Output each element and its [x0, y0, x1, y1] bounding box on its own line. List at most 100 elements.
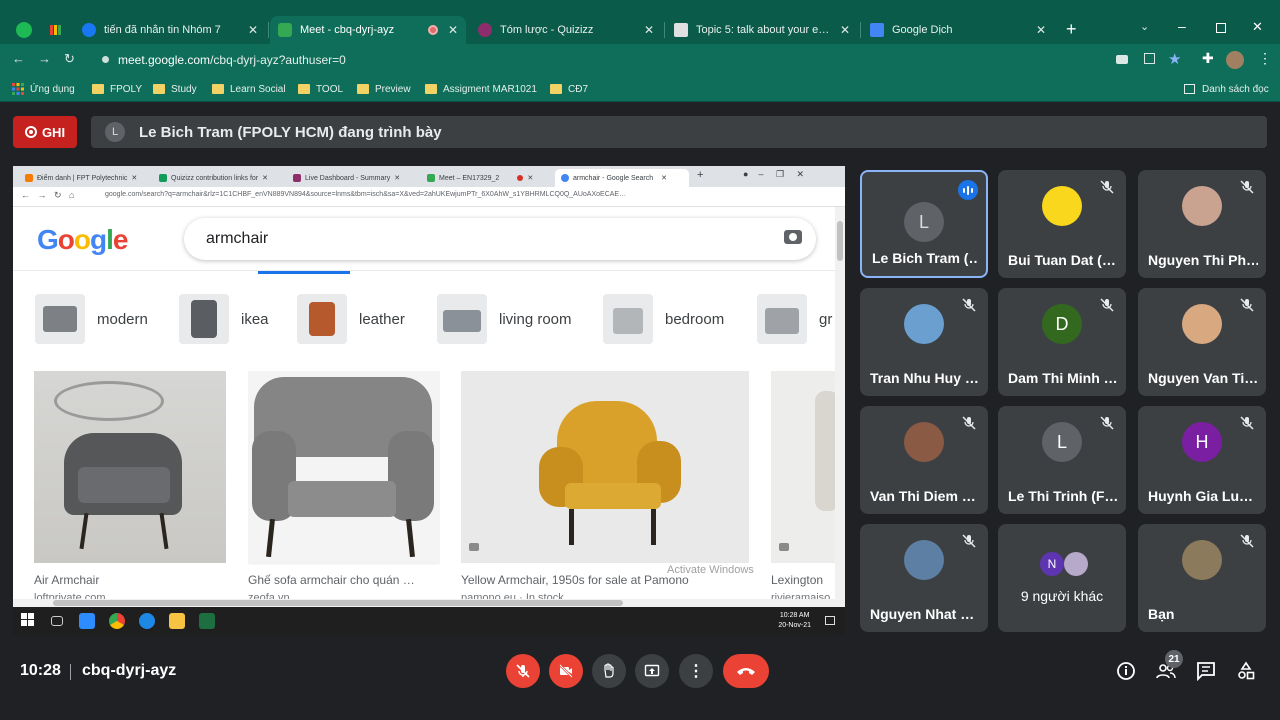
chip-thumbnail	[297, 294, 347, 344]
new-tab-button[interactable]: +	[1066, 19, 1077, 40]
forward-icon[interactable]: →	[38, 51, 51, 66]
windows-start-icon	[21, 613, 37, 629]
browser-tab-strip: tiến đã nhắn tin Nhóm 7 ✕ Meet - cbq-dyr…	[0, 0, 1280, 44]
muted-mic-icon	[1240, 416, 1256, 432]
browser-tab[interactable]: Tóm lược - Quizizz ✕	[470, 16, 662, 44]
chip-thumbnail	[437, 294, 487, 344]
participant-tile[interactable]: Nguyen Van Ti…	[1138, 288, 1266, 396]
task-view-icon	[51, 616, 63, 626]
close-window-button[interactable]: ✕	[1252, 19, 1263, 35]
info-icon	[1117, 662, 1135, 680]
bookmark-folder[interactable]: TOOL	[298, 81, 343, 97]
related-chip: ikea	[179, 294, 269, 344]
participant-name: Nguyen Nhat …	[870, 606, 975, 622]
folder-icon	[357, 84, 369, 94]
spotify-icon[interactable]	[16, 22, 32, 38]
meet-icon	[278, 23, 292, 37]
folder-icon	[550, 84, 562, 94]
meeting-details-button[interactable]	[1116, 661, 1136, 681]
participant-tile[interactable]: L Le Thi Trinh (F…	[998, 406, 1126, 514]
reload-icon[interactable]: ↻	[64, 51, 75, 67]
presenter-text: Le Bich Tram (FPOLY HCM) đang trình bày	[139, 123, 442, 141]
browser-menu-icon[interactable]: ⋮	[1258, 50, 1272, 67]
hang-up-icon	[737, 668, 755, 675]
participant-name: Dam Thi Minh …	[1008, 370, 1118, 386]
google-search-box: armchair	[184, 218, 816, 260]
microphone-off-button[interactable]	[506, 654, 540, 688]
apps-bookmark[interactable]: Ứng dụng	[12, 81, 75, 97]
minimize-button[interactable]: –	[1178, 18, 1186, 34]
bookmark-folder[interactable]: Study	[153, 81, 197, 97]
presenter-banner: L Le Bich Tram (FPOLY HCM) đang trình bà…	[91, 116, 1267, 148]
muted-mic-icon	[1240, 534, 1256, 550]
camera-off-button[interactable]	[549, 654, 583, 688]
profile-avatar[interactable]	[1226, 51, 1244, 69]
images-tab-indicator	[258, 271, 350, 274]
close-tab-icon[interactable]: ✕	[1036, 23, 1046, 37]
present-icon	[644, 664, 660, 677]
participant-tile[interactable]: Nguyen Thi Ph…	[1138, 170, 1266, 278]
browser-tab-active[interactable]: Meet - cbq-dyrj-ayz ✕	[270, 16, 466, 44]
close-tab-icon[interactable]: ✕	[448, 23, 458, 37]
bookmark-star-icon[interactable]: ★	[1168, 50, 1181, 68]
bookmark-folder[interactable]: CĐ7	[550, 81, 588, 97]
bookmark-folder[interactable]: Assigment MAR1021	[425, 81, 537, 97]
participant-avatar	[1182, 304, 1222, 344]
shared-window-controls: ● – ❐ ✕	[743, 169, 805, 179]
restore-button[interactable]	[1216, 23, 1226, 33]
recording-tab-icon	[428, 25, 438, 35]
recording-badge[interactable]: GHI	[13, 116, 77, 148]
browser-tab[interactable]: Topic 5: talk about your eating h ✕	[666, 16, 858, 44]
image-result: Ghế sofa armchair cho quán … zeofa.vn	[248, 371, 440, 604]
open-in-new-icon[interactable]	[1144, 53, 1155, 64]
participant-tile[interactable]: L Le Bich Tram (…	[860, 170, 988, 278]
tab-favicon	[25, 174, 33, 182]
folder-icon	[92, 84, 104, 94]
bookmark-folder[interactable]: Preview	[357, 81, 411, 97]
participant-avatar: N	[1040, 552, 1064, 576]
participant-tile[interactable]: Bui Tuan Dat (…	[998, 170, 1126, 278]
participant-avatar: L	[1042, 422, 1082, 462]
participant-tile[interactable]: D Dam Thi Minh …	[998, 288, 1126, 396]
camera-icon[interactable]	[1116, 55, 1128, 64]
activities-button[interactable]	[1236, 661, 1256, 681]
back-icon[interactable]: ←	[12, 51, 25, 66]
participant-tile[interactable]: Bạn	[1138, 524, 1266, 632]
tab-list-chevron-icon[interactable]: ⌄	[1140, 20, 1149, 33]
folder-icon	[298, 84, 310, 94]
camera-off-icon	[559, 664, 573, 678]
more-options-button[interactable]: ⋮	[679, 654, 713, 688]
muted-mic-icon	[1240, 180, 1256, 196]
extensions-icon[interactable]: ✚	[1202, 50, 1214, 67]
url-input[interactable]: meet.google.com/cbq-dyrj-ayz?authuser=0 …	[88, 48, 1193, 72]
browser-tab[interactable]: Google Dịch ✕	[862, 16, 1054, 44]
raise-hand-button[interactable]	[592, 654, 626, 688]
bookmark-folder[interactable]: FPOLY	[92, 81, 142, 97]
participant-tile[interactable]: N 9 người khác	[998, 524, 1126, 632]
muted-mic-icon	[962, 416, 978, 432]
present-screen-button[interactable]	[635, 654, 669, 688]
meeting-code[interactable]: cbq-dyrj-ayz	[82, 662, 176, 680]
bookmarks-bar: Ứng dụng FPOLY Study Learn Social TOOL P…	[0, 76, 1280, 102]
leave-call-button[interactable]	[723, 654, 769, 688]
chat-button[interactable]	[1196, 661, 1216, 682]
zoom-icon	[79, 613, 95, 629]
browser-tab[interactable]: tiến đã nhắn tin Nhóm 7 ✕	[74, 16, 266, 44]
tab-favicon	[159, 174, 167, 182]
bookmark-folder[interactable]: Learn Social	[212, 81, 286, 97]
participant-tile[interactable]: Nguyen Nhat …	[860, 524, 988, 632]
participant-tile[interactable]: H Huynh Gia Lu…	[1138, 406, 1266, 514]
tab-search-icon[interactable]	[48, 22, 64, 38]
reading-list[interactable]: Danh sách đọc	[1184, 81, 1269, 97]
participant-tile[interactable]: Van Thi Diem …	[860, 406, 988, 514]
participant-tile[interactable]: Tran Nhu Huy …	[860, 288, 988, 396]
close-tab-icon[interactable]: ✕	[248, 23, 258, 37]
close-tab-icon[interactable]: ✕	[840, 23, 850, 37]
tag-icon	[779, 543, 789, 551]
close-tab-icon[interactable]: ✕	[644, 23, 654, 37]
participant-count-badge: 21	[1165, 650, 1183, 668]
shared-browser-tab-active: armchair - Google Search ✕	[555, 169, 689, 187]
vertical-scrollbar	[835, 207, 845, 607]
muted-mic-icon	[1240, 298, 1256, 314]
shared-address-bar: ← → ↻ ⌂ google.com/search?q=armchair&rlz…	[13, 187, 845, 207]
